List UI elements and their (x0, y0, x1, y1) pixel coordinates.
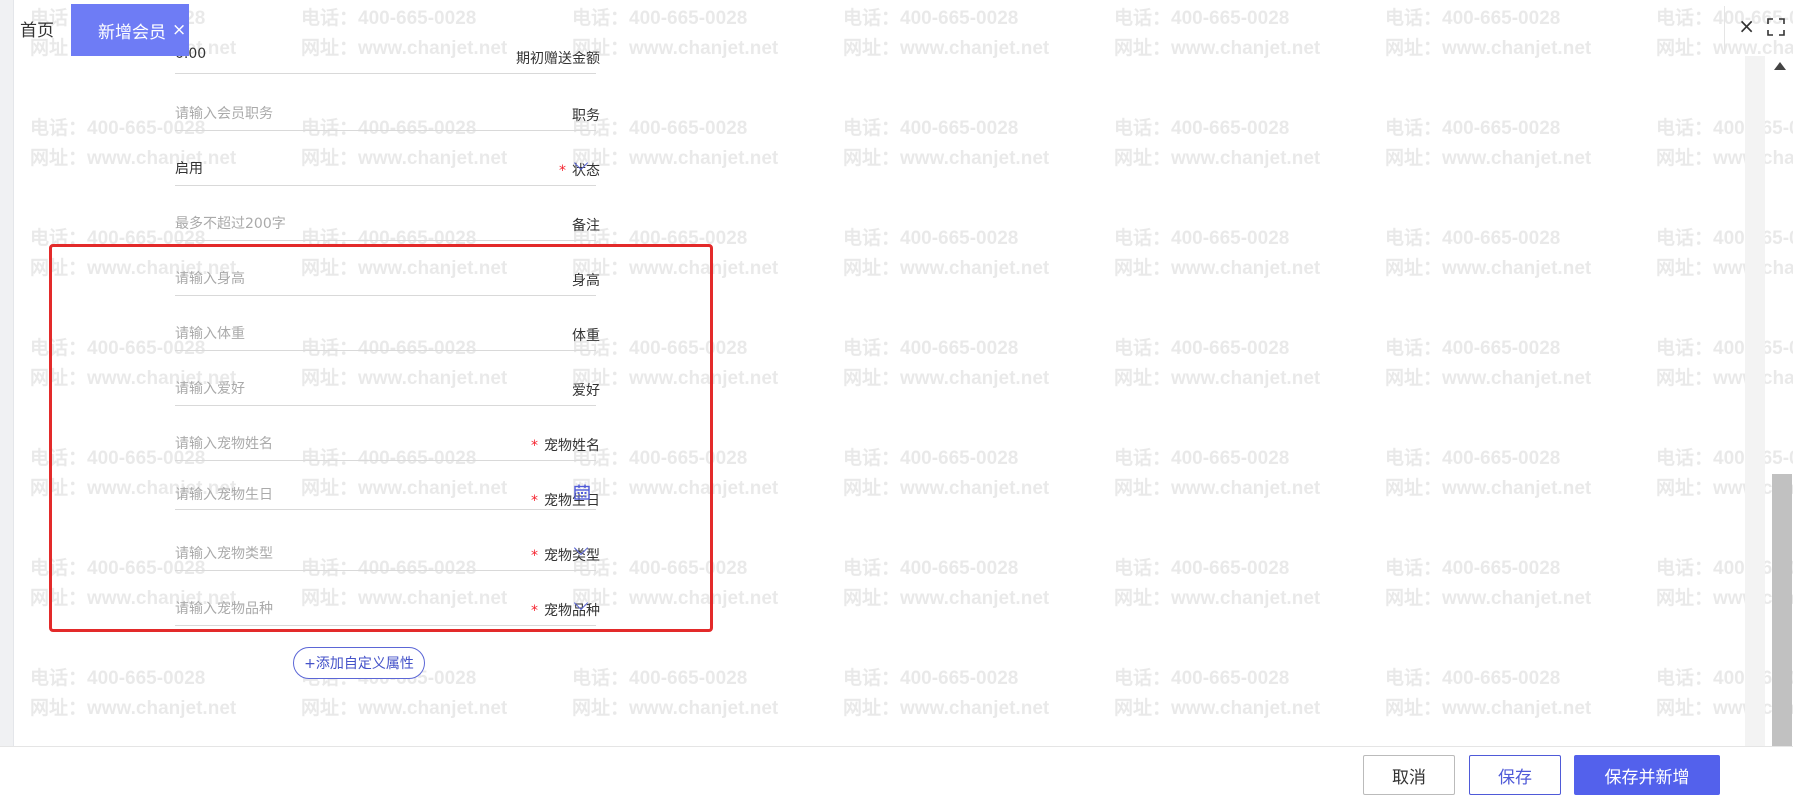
watermark-site: 网址：www.chanjet.net (572, 258, 779, 279)
save-button[interactable]: 保存 (1469, 755, 1561, 795)
status-value: 启用 (175, 161, 203, 177)
tab-new-member[interactable]: 新增会员 × (71, 4, 189, 56)
pet-type-placeholder: 请输入宠物类型 (175, 546, 273, 562)
row-status: * 状态 启用 (0, 146, 600, 186)
watermark-site: 网址：www.chanjet.net (843, 478, 1050, 499)
watermark-site: 网址：www.chanjet.net (843, 258, 1050, 279)
watermark-site: 网址：www.chanjet.net (1114, 258, 1321, 279)
watermark-site: 网址：www.chanjet.net (1385, 148, 1592, 169)
watermark-site: 网址：www.chanjet.net (30, 698, 237, 719)
height-placeholder: 请输入身高 (175, 271, 245, 287)
tab-new-member-label: 新增会员 (98, 22, 166, 43)
footer-bar: 取消 保存 保存并新增 (0, 746, 1793, 800)
tab-close-icon[interactable]: × (172, 21, 186, 39)
watermark-site: 网址：www.chanjet.net (572, 148, 779, 169)
row-weight: 体重 请输入体重 (0, 311, 600, 351)
weight-input[interactable]: 请输入体重 (175, 315, 596, 351)
row-pet-breed: * 宠物品种 请输入宠物品种 (0, 586, 600, 626)
position-placeholder: 请输入会员职务 (175, 106, 273, 122)
watermark-site: 网址：www.chanjet.net (572, 698, 779, 719)
watermark-site: 网址：www.chanjet.net (843, 588, 1050, 609)
height-input[interactable]: 请输入身高 (175, 260, 596, 296)
add-custom-attribute-button[interactable]: +添加自定义属性 (293, 647, 425, 679)
watermark-site: 网址：www.chanjet.net (843, 148, 1050, 169)
watermark-phone: 电话：400-665-0028 (1114, 558, 1290, 579)
watermark-site: 网址：www.chanjet.net (1385, 368, 1592, 389)
watermark-site: 网址：www.chanjet.net (1385, 588, 1592, 609)
watermark-site: 网址：www.chanjet.net (843, 698, 1050, 719)
watermark-site: 网址：www.chanjet.net (1114, 368, 1321, 389)
pet-breed-select[interactable]: 请输入宠物品种 (175, 590, 596, 626)
watermark-phone: 电话：400-665-0028 (1114, 448, 1290, 469)
watermark-site: 网址：www.chanjet.net (1385, 258, 1592, 279)
remark-input[interactable]: 最多不超过200字 (175, 205, 596, 241)
watermark-phone: 电话：400-665-0028 (843, 558, 1019, 579)
watermark-phone: 电话：400-665-0028 (1385, 668, 1561, 689)
watermark-site: 网址：www.chanjet.net (1114, 148, 1321, 169)
watermark-phone: 电话：400-665-0028 (1385, 118, 1561, 139)
pet-type-select[interactable]: 请输入宠物类型 (175, 535, 596, 571)
row-hobby: 爱好 请输入爱好 (0, 366, 600, 406)
hobby-input[interactable]: 请输入爱好 (175, 370, 596, 406)
window-controls: × (1724, 0, 1793, 56)
watermark-phone: 电话：400-665-0028 (1385, 448, 1561, 469)
watermark-site: 网址：www.chanjet.net (1114, 588, 1321, 609)
row-pet-birthday: * 宠物生日 请输入宠物生日 (0, 476, 600, 516)
watermark-phone: 电话：400-665-0028 (1114, 668, 1290, 689)
watermark-phone: 电话：400-665-0028 (1385, 338, 1561, 359)
cancel-button[interactable]: 取消 (1363, 755, 1455, 795)
watermark-site: 网址：www.chanjet.net (572, 368, 779, 389)
row-height: 身高 请输入身高 (0, 256, 600, 296)
watermark-site: 网址：www.chanjet.net (1385, 478, 1592, 499)
watermark-site: 网址：www.chanjet.net (572, 478, 779, 499)
position-input[interactable]: 请输入会员职务 (175, 95, 596, 131)
pet-birthday-datepicker[interactable]: 请输入宠物生日 (175, 476, 596, 510)
watermark-site: 网址：www.chanjet.net (1114, 478, 1321, 499)
watermark-phone: 电话：400-665-0028 (1114, 228, 1290, 249)
watermark-phone: 电话：400-665-0028 (1114, 338, 1290, 359)
watermark-phone: 电话：400-665-0028 (1385, 558, 1561, 579)
scroll-thumb[interactable] (1772, 474, 1792, 746)
pet-name-input[interactable]: 请输入宠物姓名 (175, 425, 596, 461)
watermark-site: 网址：www.chanjet.net (301, 698, 508, 719)
watermark-phone: 电话：400-665-0028 (843, 338, 1019, 359)
divider (1724, 6, 1725, 50)
row-remark: 备注 最多不超过200字 (0, 201, 600, 241)
watermark-site: 网址：www.chanjet.net (1385, 698, 1592, 719)
close-icon[interactable]: × (1738, 16, 1755, 36)
pet-birthday-placeholder: 请输入宠物生日 (175, 487, 273, 503)
save-and-new-button[interactable]: 保存并新增 (1574, 755, 1720, 795)
watermark-phone: 电话：400-665-0028 (572, 668, 748, 689)
status-select[interactable]: 启用 (175, 150, 596, 186)
fullscreen-icon[interactable] (1767, 18, 1785, 36)
chevron-down-icon[interactable] (573, 540, 589, 556)
row-pet-name: * 宠物姓名 请输入宠物姓名 (0, 421, 600, 461)
tab-bar: 首页 新增会员 × (0, 0, 1793, 56)
calendar-icon[interactable] (574, 484, 590, 500)
watermark-phone: 电话：400-665-0028 (843, 118, 1019, 139)
row-pet-type: * 宠物类型 请输入宠物类型 (0, 531, 600, 571)
weight-placeholder: 请输入体重 (175, 326, 245, 342)
watermark-phone: 电话：400-665-0028 (30, 668, 206, 689)
watermark-phone: 电话：400-665-0028 (1114, 118, 1290, 139)
watermark-site: 网址：www.chanjet.net (572, 588, 779, 609)
tab-home[interactable]: 首页 (20, 16, 54, 41)
watermark-site: 网址：www.chanjet.net (1114, 698, 1321, 719)
scrollbar[interactable] (1745, 56, 1793, 746)
remark-placeholder: 最多不超过200字 (175, 216, 286, 232)
scroll-up-arrow-icon[interactable] (1774, 62, 1786, 70)
row-position: 职务 请输入会员职务 (0, 91, 600, 131)
pet-name-placeholder: 请输入宠物姓名 (175, 436, 273, 452)
watermark-phone: 电话：400-665-0028 (843, 448, 1019, 469)
hobby-placeholder: 请输入爱好 (175, 381, 245, 397)
watermark-phone: 电话：400-665-0028 (1385, 228, 1561, 249)
watermark-site: 网址：www.chanjet.net (843, 368, 1050, 389)
watermark-phone: 电话：400-665-0028 (843, 228, 1019, 249)
chevron-down-icon[interactable] (573, 595, 589, 611)
pet-breed-placeholder: 请输入宠物品种 (175, 601, 273, 617)
scroll-gutter (1745, 56, 1765, 746)
chevron-down-icon[interactable] (573, 155, 589, 171)
watermark-phone: 电话：400-665-0028 (843, 668, 1019, 689)
